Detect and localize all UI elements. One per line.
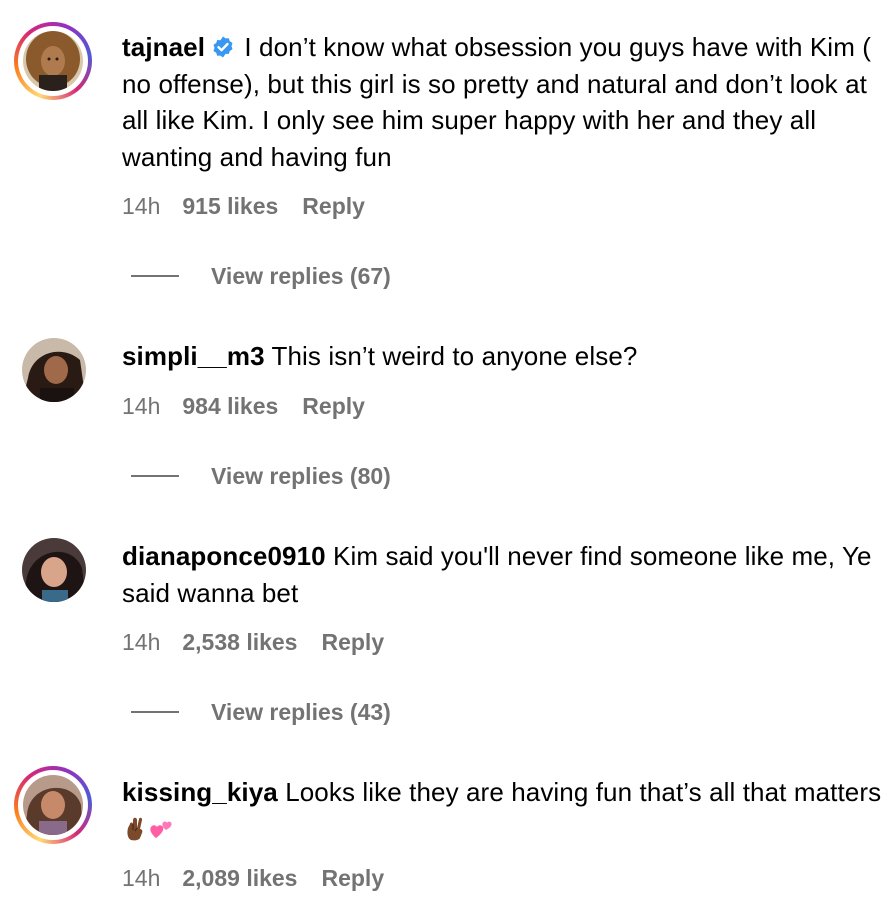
avatar[interactable]	[14, 330, 92, 408]
username-link[interactable]: simpli__m3	[122, 341, 265, 371]
comment-text: Looks like they are having fun that’s al…	[285, 777, 882, 807]
view-replies-button[interactable]: View replies (43)	[131, 699, 391, 726]
comment-time[interactable]: 14h	[122, 393, 160, 419]
view-replies-label: View replies (43)	[211, 699, 391, 725]
username-link[interactable]: kissing_kiya	[122, 777, 278, 807]
verified-badge-icon	[213, 36, 233, 58]
username-link[interactable]: tajnael	[122, 32, 205, 62]
comment-meta: 14h 915 likes Reply	[122, 193, 365, 220]
view-replies-button[interactable]: View replies (67)	[131, 263, 391, 290]
two-hearts-emoji	[150, 821, 172, 838]
comment-body: simpli__m3 This isn’t weird to anyone el…	[122, 338, 882, 375]
comment-body: kissing_kiya Looks like they are having …	[122, 774, 882, 847]
comment-body: dianaponce0910 Kim said you'll never fin…	[122, 538, 882, 611]
replies-divider-line	[131, 711, 179, 713]
avatar[interactable]	[14, 22, 92, 100]
avatar-image	[22, 338, 86, 402]
comment-time[interactable]: 14h	[122, 629, 160, 655]
comment-meta: 14h 984 likes Reply	[122, 393, 365, 420]
reply-button[interactable]: Reply	[302, 393, 365, 419]
comment-time[interactable]: 14h	[122, 865, 160, 891]
reply-button[interactable]: Reply	[302, 193, 365, 219]
likes-count[interactable]: 2,089 likes	[182, 865, 297, 891]
view-replies-label: View replies (80)	[211, 463, 391, 489]
replies-divider-line	[131, 275, 179, 277]
reply-button[interactable]: Reply	[321, 629, 384, 655]
reply-button[interactable]: Reply	[321, 865, 384, 891]
avatar[interactable]	[14, 530, 92, 608]
avatar-image	[23, 31, 83, 91]
comment-text: This isn’t weird to anyone else?	[271, 341, 638, 371]
avatar-image	[22, 538, 86, 602]
view-replies-label: View replies (67)	[211, 263, 391, 289]
username-link[interactable]: dianaponce0910	[122, 541, 326, 571]
replies-divider-line	[131, 475, 179, 477]
comment-meta: 14h 2,089 likes Reply	[122, 865, 384, 892]
comment-body: tajnael I don’t know what obsession you …	[122, 29, 882, 175]
likes-count[interactable]: 2,538 likes	[182, 629, 297, 655]
view-replies-button[interactable]: View replies (80)	[131, 463, 391, 490]
likes-count[interactable]: 915 likes	[182, 193, 278, 219]
avatar-image	[23, 775, 83, 835]
avatar[interactable]	[14, 766, 92, 844]
likes-count[interactable]: 984 likes	[182, 393, 278, 419]
crossed-fingers-emoji	[127, 817, 143, 840]
comment-meta: 14h 2,538 likes Reply	[122, 629, 384, 656]
comment-time[interactable]: 14h	[122, 193, 160, 219]
